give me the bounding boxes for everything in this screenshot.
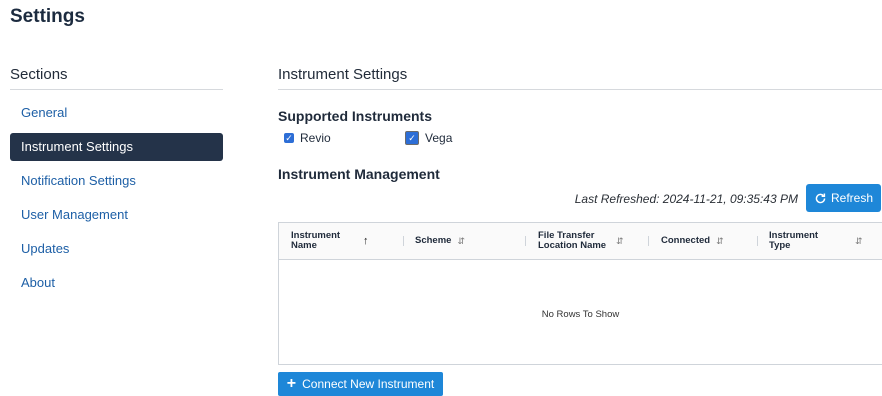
sidebar-item-about[interactable]: About (10, 269, 223, 297)
column-label: File Transfer Location Name (538, 230, 607, 251)
instrument-grid: Instrument Name ↑ Scheme ⇵ File Transfer… (278, 222, 882, 365)
sections-heading: Sections (10, 66, 223, 90)
column-instrument-name[interactable]: Instrument Name ↑ (291, 223, 369, 259)
revio-checkbox[interactable]: ✓ (284, 133, 294, 143)
sort-icon[interactable]: ⇵ (616, 236, 624, 247)
instrument-management-heading: Instrument Management (278, 166, 440, 182)
sidebar-item-updates[interactable]: Updates (10, 235, 223, 263)
revio-checkbox-row[interactable]: ✓ Revio (284, 131, 331, 145)
sort-icon[interactable]: ⇵ (457, 236, 465, 247)
connect-label: Connect New Instrument (302, 377, 435, 391)
column-file-transfer-location[interactable]: File Transfer Location Name ⇵ (538, 223, 624, 259)
column-label: Scheme (415, 235, 452, 246)
vega-checkbox[interactable]: ✓ (405, 131, 419, 145)
sidebar-item-instrument-settings[interactable]: Instrument Settings (10, 133, 223, 161)
column-instrument-type[interactable]: Instrument Type ⇵ (769, 223, 863, 259)
plus-icon: + (286, 375, 297, 392)
sidebar-item-notification-settings[interactable]: Notification Settings (10, 167, 223, 195)
column-label: Connected (661, 235, 711, 246)
revio-label: Revio (300, 131, 331, 145)
grid-header: Instrument Name ↑ Scheme ⇵ File Transfer… (279, 223, 882, 260)
sidebar-item-general[interactable]: General (10, 99, 223, 127)
empty-grid-message: No Rows To Show (541, 309, 620, 320)
column-scheme[interactable]: Scheme ⇵ (415, 223, 465, 259)
sort-icon[interactable]: ⇵ (716, 236, 724, 247)
column-divider (403, 236, 404, 246)
column-connected[interactable]: Connected ⇵ (661, 223, 724, 259)
supported-instruments-heading: Supported Instruments (278, 108, 433, 124)
sidebar-item-user-management[interactable]: User Management (10, 201, 223, 229)
vega-label: Vega (425, 131, 453, 145)
sidebar-nav: General Instrument Settings Notification… (10, 99, 223, 303)
refresh-button[interactable]: Refresh (806, 184, 881, 212)
vega-checkbox-row[interactable]: ✓ Vega (405, 131, 452, 145)
refresh-icon (815, 192, 826, 203)
sort-ascending-icon[interactable]: ↑ (363, 235, 369, 247)
refresh-label: Refresh (830, 191, 874, 205)
column-divider (648, 236, 649, 246)
last-refreshed-text: Last Refreshed: 2024-11-21, 09:35:43 PM (574, 192, 798, 206)
sort-icon[interactable]: ⇵ (855, 236, 863, 247)
column-label: Instrument Name (291, 230, 341, 251)
column-label: Instrument Type (769, 230, 819, 251)
main-heading: Instrument Settings (278, 66, 882, 90)
page-title: Settings (10, 6, 85, 27)
connect-new-instrument-button[interactable]: + Connect New Instrument (278, 372, 443, 396)
column-divider (757, 236, 758, 246)
column-divider (525, 236, 526, 246)
